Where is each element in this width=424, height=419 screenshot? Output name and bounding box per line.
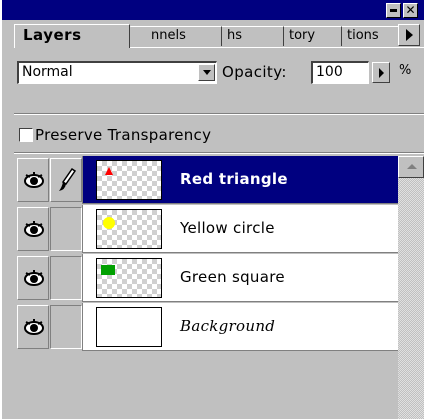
layer-name: Background	[180, 317, 276, 335]
blend-mode-value: Normal	[22, 64, 73, 80]
opacity-unit: %	[399, 63, 412, 78]
layer-thumbnail	[96, 160, 162, 200]
layers-palette: ✕ tions tory hs nnels Layers Normal Opac…	[0, 0, 424, 419]
layer-thumbnail	[96, 258, 162, 298]
layer-name: Green square	[180, 268, 285, 286]
eye-icon	[24, 319, 44, 335]
divider	[14, 113, 424, 115]
paint-brush-toggle[interactable]	[50, 256, 82, 300]
blend-mode-select[interactable]: Normal	[17, 61, 217, 84]
visibility-toggle[interactable]	[17, 158, 49, 202]
tab-layers-label: Layers	[23, 26, 82, 44]
tab-channels-label: nnels	[151, 28, 186, 43]
green-square-thumbnail-icon	[101, 265, 115, 275]
palette-menu-button[interactable]	[398, 24, 420, 46]
paintbrush-icon	[59, 167, 77, 191]
opacity-slider-button[interactable]	[372, 62, 390, 83]
tab-channels[interactable]: nnels	[130, 26, 222, 46]
red-triangle-thumbnail-icon	[105, 167, 113, 175]
preserve-transparency-checkbox[interactable]	[19, 128, 33, 142]
visibility-toggle[interactable]	[17, 207, 49, 251]
layer-row-green-square[interactable]: Green square	[14, 254, 398, 302]
tab-layers[interactable]: Layers	[14, 24, 130, 48]
paint-brush-toggle[interactable]	[50, 158, 82, 202]
layer-row-background[interactable]: Background	[14, 303, 398, 351]
layers-list: Red triangle Yellow circle Green square …	[14, 156, 398, 419]
layer-row-red-triangle[interactable]: Red triangle	[14, 156, 398, 204]
layer-name: Red triangle	[180, 170, 288, 188]
scroll-up-button[interactable]	[398, 156, 424, 178]
tab-paths-label: hs	[227, 28, 243, 43]
layer-thumbnail	[96, 307, 162, 347]
minimize-button[interactable]	[386, 3, 401, 18]
eye-icon	[24, 270, 44, 286]
minimize-icon	[390, 9, 397, 12]
palette-tabs: tions tory hs nnels Layers	[14, 24, 424, 48]
eye-icon	[24, 221, 44, 237]
visibility-toggle[interactable]	[17, 305, 49, 349]
chevron-down-icon[interactable]	[198, 64, 215, 81]
tab-actions-label: tions	[347, 28, 379, 43]
layer-name: Yellow circle	[180, 219, 275, 237]
opacity-label: Opacity:	[222, 63, 287, 81]
opacity-input[interactable]: 100	[311, 61, 369, 84]
preserve-transparency-label[interactable]: Preserve Transparency	[35, 126, 211, 144]
layer-row-yellow-circle[interactable]: Yellow circle	[14, 205, 398, 253]
paint-brush-toggle[interactable]	[50, 207, 82, 251]
paint-brush-toggle[interactable]	[50, 305, 82, 349]
close-icon: ✕	[405, 3, 416, 17]
palette-title-bar[interactable]: ✕	[2, 0, 424, 20]
visibility-toggle[interactable]	[17, 256, 49, 300]
tab-history-label: tory	[289, 28, 316, 43]
layer-thumbnail	[96, 209, 162, 249]
yellow-circle-thumbnail-icon	[103, 217, 115, 229]
eye-icon	[24, 172, 44, 188]
divider	[14, 152, 424, 154]
layers-scrollbar[interactable]	[398, 156, 424, 419]
close-button[interactable]: ✕	[403, 3, 418, 18]
